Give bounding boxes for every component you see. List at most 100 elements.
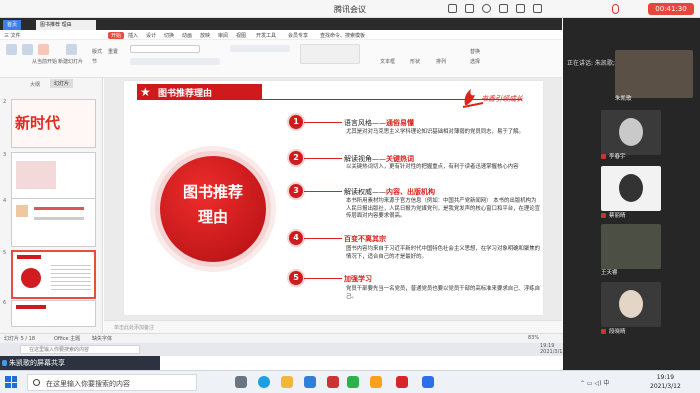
folder-icon[interactable]: [281, 376, 293, 388]
circle-title: 图书推荐 理由: [182, 183, 243, 226]
paragraph-buttons[interactable]: [230, 45, 290, 52]
zoom-level[interactable]: 83%: [528, 335, 539, 341]
store-icon[interactable]: [304, 376, 316, 388]
ribbon-arrange[interactable]: 排列: [436, 58, 446, 65]
taskbar-clock[interactable]: 19:19 2021/3/12: [650, 373, 681, 391]
item-number: 5: [289, 271, 303, 285]
command-search[interactable]: 查找命令、搜索模板: [320, 32, 365, 39]
cut-icon[interactable]: [22, 44, 33, 55]
participant-tile[interactable]: [601, 166, 661, 211]
central-circle: 图书推荐 理由: [160, 156, 266, 262]
paste-icon[interactable]: [6, 44, 17, 55]
notes-area[interactable]: 单击此处添加备注: [104, 320, 562, 333]
slide-thumbnail[interactable]: 新时代: [11, 99, 96, 148]
missing-fonts[interactable]: 缺失字体: [92, 335, 112, 342]
ribbon-from-current[interactable]: 从当前开始: [32, 58, 57, 65]
tab-outline[interactable]: 大纲: [30, 81, 40, 88]
menu-design[interactable]: 设计: [146, 32, 156, 39]
slide-thumbnail-selected[interactable]: [11, 250, 96, 299]
item-body: 以关键热词切入，更有针对性的把握重点，有利于读者迅速掌握核心内容: [346, 164, 519, 170]
logo-slogan: 书香引领成长: [481, 95, 523, 103]
tencent-meeting-icon[interactable]: [422, 376, 434, 388]
participant-tile[interactable]: [601, 282, 661, 327]
app-title: 腾讯会议: [334, 5, 366, 14]
item-number: 3: [289, 184, 303, 198]
menu-bar: 三 文件 开始 插入 设计 切换 动画 放映 审阅 视图 开发工具 会员专享 查…: [0, 30, 562, 40]
edge-icon[interactable]: [258, 376, 270, 388]
ribbon-layout[interactable]: 版式: [92, 48, 102, 55]
meeting-timer[interactable]: 00:41:30: [648, 3, 694, 15]
mic-icon: [2, 360, 7, 366]
ribbon-replace[interactable]: 替换: [470, 48, 480, 55]
item-number: 4: [289, 231, 303, 245]
item-body: 图书内容均来自于习近平新时代中国特色社会主义思想，在学习对象明确和聚焦的情况下，…: [346, 246, 541, 260]
tab-document[interactable]: 图书推荐 理由1.0.pptx: [36, 20, 96, 38]
menu-animation[interactable]: 动画: [182, 32, 192, 39]
participant-tile[interactable]: [601, 224, 661, 269]
ribbon-new-slide[interactable]: 新建幻灯片: [58, 58, 83, 65]
slide-counter: 幻灯片 5 / 18: [4, 336, 35, 342]
taskbar-search[interactable]: 在这里输入你要搜索的内容: [27, 374, 197, 391]
pen-icon[interactable]: [448, 4, 457, 13]
current-slide[interactable]: ★ 图书推荐理由 书香引领成长 图书推荐 理由 1 语言风格——通俗易懂 尤其是…: [123, 80, 544, 316]
speaking-indicator: 正在讲话: 朱凯歌;: [567, 60, 615, 67]
ribbon-reset[interactable]: 重置: [108, 48, 118, 55]
menu-transition[interactable]: 切换: [164, 32, 174, 39]
wps-icon[interactable]: [327, 376, 339, 388]
menu-devtools[interactable]: 开发工具: [256, 32, 276, 39]
rectangle-icon[interactable]: [465, 4, 474, 13]
menu-start[interactable]: 开始: [108, 32, 125, 39]
screen-share-bar[interactable]: 朱凯歌的屏幕共享: [0, 356, 160, 370]
participant-name: 段晓晴: [601, 327, 626, 335]
ribbon-section[interactable]: 节: [92, 58, 97, 65]
system-tray[interactable]: ⌃ ▭ ◁) 中: [580, 378, 609, 387]
ribbon-shape[interactable]: 形状: [410, 58, 420, 65]
item-heading: 语言风格——通俗易懂: [344, 119, 414, 127]
wechat-icon[interactable]: [347, 376, 359, 388]
menu-view[interactable]: 视图: [236, 32, 246, 39]
font-select[interactable]: [130, 45, 200, 53]
active-speaker-video[interactable]: [615, 50, 693, 98]
windows-taskbar: 在这里输入你要搜索的内容 ⌃ ▭ ◁) 中 19:19 2021/3/12: [0, 370, 700, 393]
styles-gallery[interactable]: [300, 44, 360, 64]
connector-line: [304, 158, 342, 159]
task-view-icon[interactable]: [235, 376, 247, 388]
mic-muted-icon[interactable]: [612, 4, 619, 14]
menu-file[interactable]: 三 文件: [4, 32, 21, 39]
menu-review[interactable]: 审阅: [218, 32, 228, 39]
arrow-icon[interactable]: [499, 4, 508, 13]
windows-start-icon[interactable]: [5, 376, 17, 388]
inner-search-box[interactable]: 在这里输入你要搜索的内容: [20, 345, 140, 354]
ribbon-select[interactable]: 选择: [470, 58, 480, 65]
menu-member[interactable]: 会员专享: [288, 32, 308, 39]
participant-tile[interactable]: [601, 110, 661, 155]
mic-muted-icon: [601, 154, 606, 159]
tab-slides[interactable]: 幻灯片: [50, 79, 74, 88]
avatar: [619, 118, 643, 146]
text-icon[interactable]: [516, 4, 525, 13]
menu-insert[interactable]: 插入: [128, 32, 138, 39]
thumbnail-title: 新时代: [15, 114, 61, 132]
menu-slideshow[interactable]: 放映: [200, 32, 210, 39]
circle-icon[interactable]: [482, 4, 491, 13]
format-buttons[interactable]: [130, 58, 220, 65]
connector-line: [304, 191, 342, 192]
slideshow-icon[interactable]: [38, 44, 49, 55]
connector-line: [304, 238, 342, 239]
app-icon[interactable]: [396, 376, 408, 388]
new-slide-icon[interactable]: [66, 44, 77, 55]
slide-thumbnail[interactable]: [11, 198, 96, 247]
item-number: 1: [289, 115, 303, 129]
mic-muted-icon: [601, 329, 606, 334]
slide-thumbnail[interactable]: [11, 152, 96, 201]
inner-clock-date: 2021/3/12: [540, 349, 566, 355]
clock-time: 19:19: [656, 374, 675, 381]
slide-thumbnail[interactable]: [11, 300, 96, 327]
tab-home[interactable]: 首页: [3, 20, 22, 30]
taskbar-search-text: 在这里输入你要搜索的内容: [46, 380, 130, 388]
eraser-icon[interactable]: [533, 4, 542, 13]
app-icon[interactable]: [370, 376, 382, 388]
item-heading: 解读权威——内容、出版机构: [344, 188, 435, 196]
ribbon-textbox[interactable]: 文本框: [380, 58, 395, 65]
star-icon: ★: [140, 85, 151, 99]
